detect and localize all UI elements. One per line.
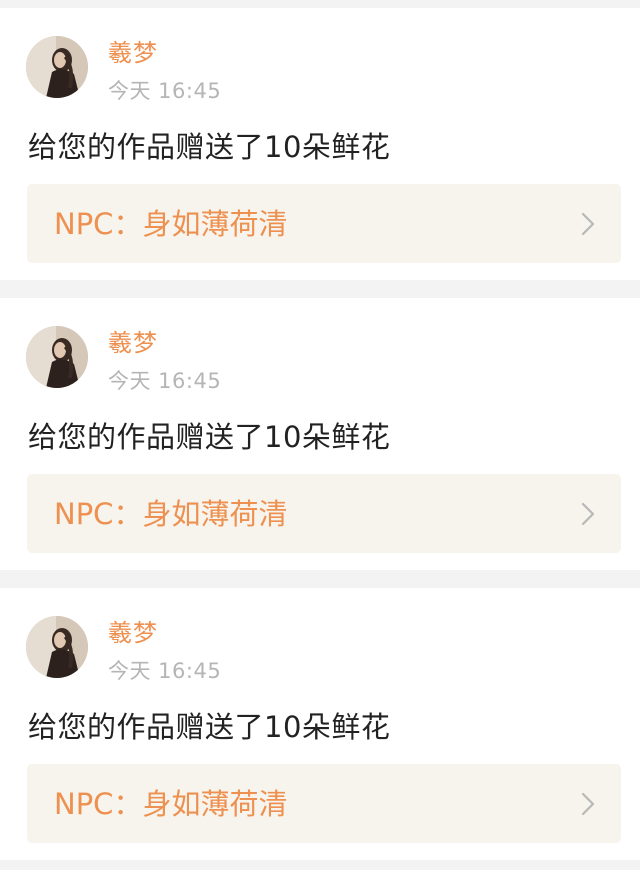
gift-notification-feed: 羲梦 今天 16:45 给您的作品赠送了10朵鲜花 NPC：身如薄荷清 羲梦 今…	[0, 0, 640, 870]
chevron-right-icon	[581, 792, 595, 816]
avatar-photo-icon	[26, 36, 88, 98]
work-title-text: 身如薄荷清	[142, 787, 288, 821]
notification-time: 今天 16:45	[108, 659, 222, 683]
work-title-text: 身如薄荷清	[142, 207, 288, 241]
gift-message: 给您的作品赠送了10朵鲜花	[28, 420, 391, 454]
user-name[interactable]: 羲梦	[108, 618, 158, 648]
chevron-right-icon	[581, 212, 595, 236]
work-prefix: NPC：	[54, 207, 143, 241]
notification-time: 今天 16:45	[108, 79, 222, 103]
work-title: NPC：身如薄荷清	[54, 785, 287, 823]
work-link[interactable]: NPC：身如薄荷清	[27, 764, 621, 843]
work-link[interactable]: NPC：身如薄荷清	[27, 184, 621, 263]
notification-card: 羲梦 今天 16:45 给您的作品赠送了10朵鲜花 NPC：身如薄荷清	[0, 298, 640, 570]
work-prefix: NPC：	[54, 787, 143, 821]
user-name[interactable]: 羲梦	[108, 38, 158, 68]
notification-card: 羲梦 今天 16:45 给您的作品赠送了10朵鲜花 NPC：身如薄荷清	[0, 8, 640, 280]
user-avatar[interactable]	[26, 36, 88, 98]
avatar-photo-icon	[26, 326, 88, 388]
work-title-text: 身如薄荷清	[142, 497, 288, 531]
notification-card: 羲梦 今天 16:45 给您的作品赠送了10朵鲜花 NPC：身如薄荷清	[0, 588, 640, 860]
gift-message: 给您的作品赠送了10朵鲜花	[28, 130, 391, 164]
work-link[interactable]: NPC：身如薄荷清	[27, 474, 621, 553]
work-title: NPC：身如薄荷清	[54, 205, 287, 243]
user-avatar[interactable]	[26, 326, 88, 388]
chevron-right-icon	[581, 502, 595, 526]
user-avatar[interactable]	[26, 616, 88, 678]
notification-time: 今天 16:45	[108, 369, 222, 393]
avatar-photo-icon	[26, 616, 88, 678]
gift-message: 给您的作品赠送了10朵鲜花	[28, 710, 391, 744]
user-name[interactable]: 羲梦	[108, 328, 158, 358]
work-title: NPC：身如薄荷清	[54, 495, 287, 533]
work-prefix: NPC：	[54, 497, 143, 531]
